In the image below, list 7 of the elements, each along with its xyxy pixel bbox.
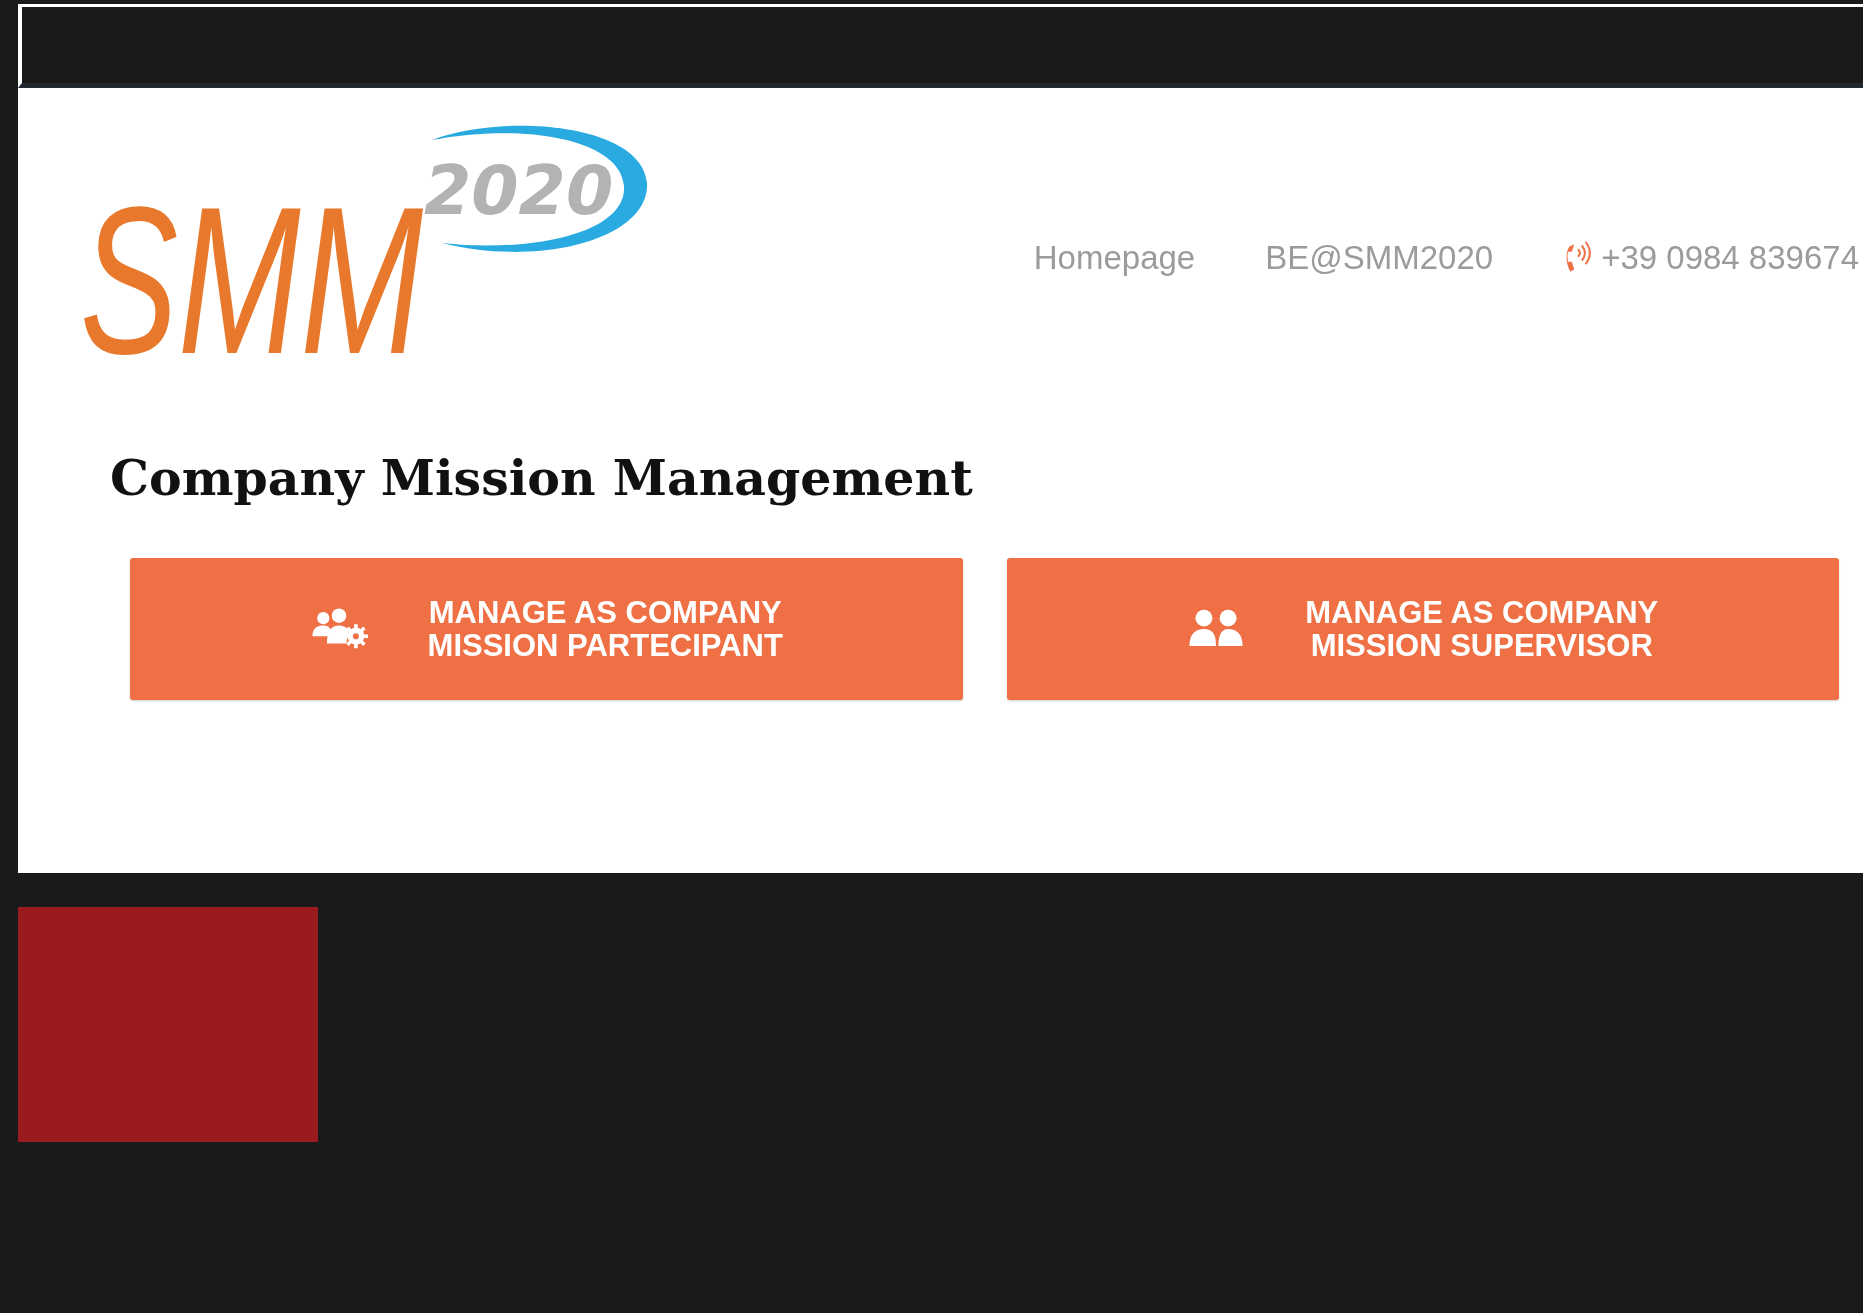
logo-year: 2020 — [423, 150, 615, 232]
page-title: Company Mission Management — [110, 448, 974, 508]
nav-link[interactable]: Homepage — [1033, 239, 1196, 277]
nav-link[interactable]: BE@SMM2020 — [1265, 239, 1494, 277]
manage-button[interactable]: MANAGE AS COMPANY MISSION SUPERVISOR — [1006, 558, 1839, 700]
phone-link[interactable]: +39 0984 839674 — [1601, 239, 1859, 277]
manage-button[interactable]: MANAGE AS COMPANY MISSION PARTECIPANT — [130, 558, 963, 700]
